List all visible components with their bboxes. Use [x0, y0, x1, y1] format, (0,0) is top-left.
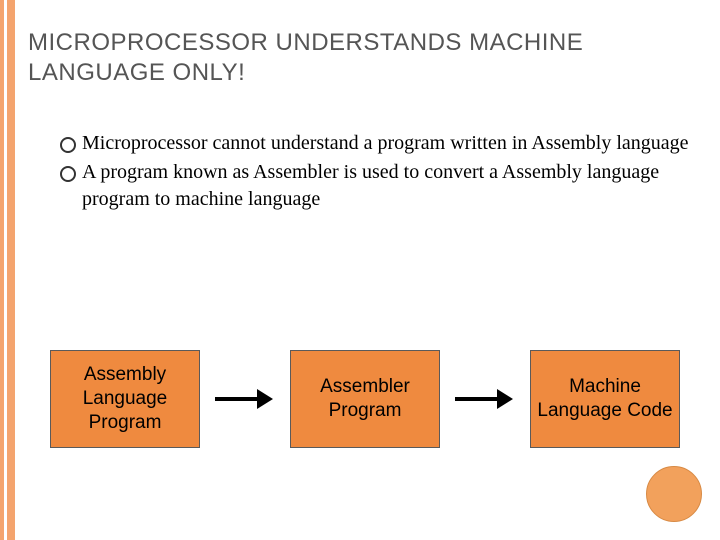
flow-diagram: Assembly Language Program Assembler Prog…: [50, 350, 680, 448]
left-accent-stripe: [0, 0, 18, 540]
decorative-circle-icon: [646, 466, 702, 522]
bullet-item: Microprocessor cannot understand a progr…: [60, 130, 690, 157]
arrow-icon: [215, 389, 275, 409]
flow-box-assembler: Assembler Program: [290, 350, 440, 448]
arrow-icon: [455, 389, 515, 409]
bullet-list: Microprocessor cannot understand a progr…: [60, 130, 690, 215]
flow-box-machine-code: Machine Language Code: [530, 350, 680, 448]
slide-title: MICROPROCESSOR UNDERSTANDS MACHINE LANGU…: [28, 28, 700, 88]
flow-box-assembly-program: Assembly Language Program: [50, 350, 200, 448]
bullet-item: A program known as Assembler is used to …: [60, 159, 690, 213]
